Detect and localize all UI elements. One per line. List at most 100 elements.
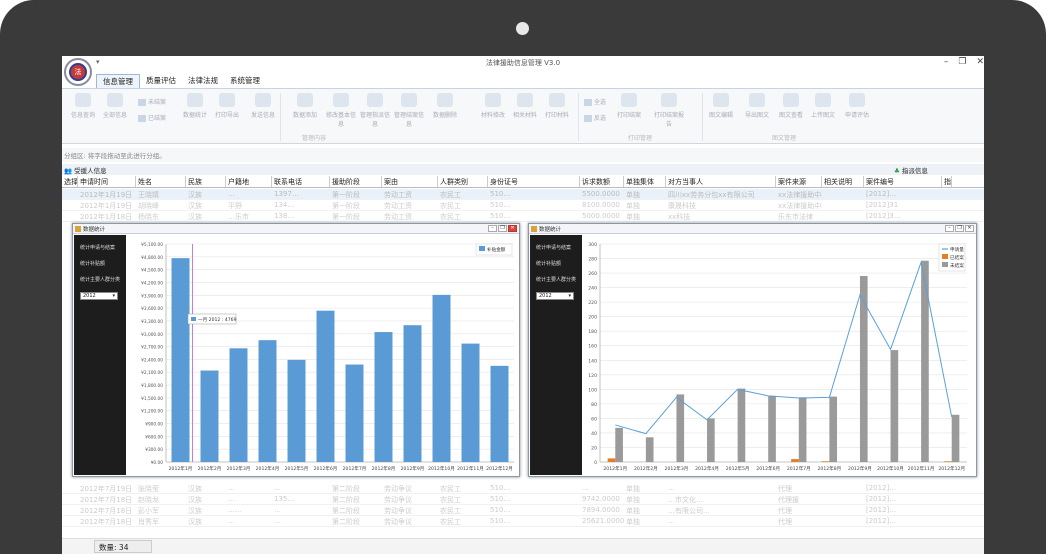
table-row[interactable]: 2012年7月18日 彭小军 汉族……… 第二阶段 劳动争议 农民工 510… 7894.00… [62, 505, 984, 516]
ribbon-button[interactable]: 数据添加 [288, 93, 322, 119]
ribbon-button[interactable]: 图文查看 [774, 93, 808, 119]
invert-selection-button[interactable]: 反选 [584, 113, 606, 122]
bar[interactable] [645, 437, 654, 462]
column-header[interactable]: 户籍地 [226, 176, 272, 187]
column-header[interactable]: 对方当事人 [666, 176, 776, 187]
minimize-button[interactable]: – [944, 57, 949, 67]
bar[interactable] [229, 348, 248, 462]
tab-system-management[interactable]: 系统管理 [224, 74, 266, 88]
bar[interactable] [944, 461, 952, 462]
column-header[interactable]: 案件编号 [864, 176, 942, 187]
bar[interactable] [921, 260, 929, 462]
ribbon-button[interactable]: 材料修改 [476, 93, 510, 119]
ribbon-button[interactable]: 修改基本信息 [324, 93, 358, 128]
chart-window-subsidy[interactable]: 数据统计 – ❐ ✕ 统计申请与结案 统计补贴额 统计主要人群分类 2012 ▾ ¥0… [72, 223, 520, 477]
select-all-button[interactable]: 全选 [584, 97, 606, 106]
bar[interactable] [798, 397, 807, 462]
restore-button[interactable]: ❐ [958, 57, 966, 67]
ribbon-button[interactable]: 打印材料 [540, 93, 574, 119]
column-header[interactable]: 选择 [62, 176, 78, 187]
bar[interactable] [791, 459, 799, 462]
stat-subsidy-option[interactable]: 统计补贴额 [536, 260, 582, 267]
ribbon-button[interactable]: 上传图文 [806, 93, 840, 119]
table-row[interactable]: 2012年7月19日 张晓莹 汉族 … … 第二阶段 劳动争议 农民工 510… … 单独 … 代理 [2… [62, 483, 984, 494]
tab-quality-assessment[interactable]: 质量评估 [140, 74, 182, 88]
column-header[interactable]: 指 [942, 176, 952, 187]
chart-minimize-button[interactable]: – [945, 225, 954, 232]
ribbon-button[interactable]: 申请评估 [840, 93, 874, 119]
stat-subsidy-option[interactable]: 统计补贴额 [80, 260, 126, 267]
close-button[interactable]: ✕ [976, 57, 984, 67]
bar[interactable] [829, 396, 838, 462]
chart-close-button[interactable]: ✕ [965, 225, 974, 232]
unclosed-filter-button[interactable]: 未结案 [138, 97, 166, 106]
column-header[interactable]: 姓名 [136, 176, 186, 187]
bar[interactable] [287, 359, 306, 462]
ribbon-button[interactable]: 发送信息 [246, 93, 280, 119]
ribbon-button[interactable]: 打印结案报告 [652, 93, 686, 128]
stat-population-option[interactable]: 统计主要人群分类 [80, 276, 126, 283]
bar[interactable] [374, 332, 393, 462]
bar[interactable] [403, 325, 422, 462]
tab-info-management[interactable]: 信息管理 [96, 74, 140, 88]
bar[interactable] [707, 418, 715, 462]
column-header[interactable]: 申请时间 [78, 176, 136, 187]
column-header[interactable]: 案由 [382, 176, 438, 187]
stat-apply-close-option[interactable]: 统计申请与结案 [536, 244, 582, 251]
stat-apply-close-option[interactable]: 统计申请与结案 [80, 244, 126, 251]
chart-restore-button[interactable]: ❐ [955, 225, 964, 232]
year-select[interactable]: 2012 ▾ [80, 292, 118, 300]
column-header[interactable]: 身份证号 [488, 176, 580, 187]
chart-restore-button[interactable]: ❐ [498, 225, 507, 232]
ribbon-button[interactable]: 相关材料 [508, 93, 542, 119]
column-header[interactable]: 人群类别 [438, 176, 488, 187]
bar[interactable] [432, 294, 451, 462]
ribbon-button[interactable]: 数据删除 [428, 93, 462, 119]
bar[interactable] [171, 258, 190, 462]
column-header[interactable]: 案件来源 [776, 176, 822, 187]
table-row[interactable]: 2012年1月18日 杨晓东 汉族 …乐市 138… 第一阶段 劳动工资 农民工 510… 500… [62, 211, 984, 222]
column-header[interactable]: 援助阶段 [330, 176, 382, 187]
ribbon-button[interactable]: 图文编辑 [704, 93, 738, 119]
chart-window-titlebar[interactable]: 数据统计 – ❐ ✕ [73, 224, 519, 234]
bar[interactable] [768, 395, 776, 462]
closed-filter-button[interactable]: 已结案 [138, 113, 166, 122]
table-row[interactable]: 2012年7月18日 肖秀军 汉族 … … 第二阶段 劳动争议 农民工 510… 25621.00… [62, 516, 984, 527]
bar[interactable] [737, 388, 746, 462]
bar[interactable] [607, 458, 616, 462]
column-header[interactable]: 相关说明 [822, 176, 864, 187]
stat-population-option[interactable]: 统计主要人群分类 [536, 276, 582, 283]
group-by-area[interactable]: 分组区: 将字段拖动至此进行分组。 [62, 148, 984, 162]
ribbon-button[interactable]: 全部信息 [98, 93, 132, 119]
bar[interactable] [859, 275, 868, 462]
ribbon-button[interactable]: 管理指派信息 [358, 93, 392, 128]
bar[interactable] [615, 427, 623, 462]
chart-window-titlebar[interactable]: 数据统计 – ❐ ✕ [529, 224, 976, 234]
ribbon-button[interactable]: 打印结案 [612, 93, 646, 119]
bar[interactable] [821, 461, 830, 462]
bar[interactable] [200, 370, 219, 462]
bar[interactable] [316, 310, 335, 462]
ribbon-button[interactable]: 导出图文 [740, 93, 774, 119]
year-select[interactable]: 2012 ▾ [536, 292, 574, 300]
bar[interactable] [676, 394, 685, 462]
quick-access-dropdown[interactable]: ▾ [96, 58, 100, 66]
column-header[interactable]: 联系电话 [272, 176, 330, 187]
column-header[interactable]: 单独集体 [624, 176, 666, 187]
chart-minimize-button[interactable]: – [488, 225, 497, 232]
ribbon-button[interactable]: 数据统计 [178, 93, 212, 119]
table-row[interactable]: 2012年7月18日 赵晓龙 汉族 … 135… 第二阶段 劳动争议 农民工 510… 9742.… [62, 494, 984, 505]
bar[interactable] [951, 414, 960, 462]
bar[interactable] [345, 364, 364, 462]
chart-close-button[interactable]: ✕ [508, 225, 517, 232]
bar[interactable] [461, 343, 480, 462]
table-row[interactable]: 2012年1月19日 王晓婧 汉族 … 1397… 第一阶段 劳动工资 农民工 510… 5500… [62, 189, 984, 200]
table-row[interactable]: 2012年1月19日 胡晓峰 汉族 平野 134… 第一阶段 劳动工资 农民工 510… 8100… [62, 200, 984, 211]
tab-laws-regulations[interactable]: 法律法规 [182, 74, 224, 88]
ribbon-button[interactable]: 管理结案信息 [392, 93, 426, 128]
bar[interactable] [890, 350, 899, 462]
column-header[interactable]: 诉求数额 [580, 176, 624, 187]
chart-window-cases[interactable]: 数据统计 – ❐ ✕ 统计申请与结案 统计补贴额 统计主要人群分类 2012 ▾ 02… [528, 223, 977, 477]
ribbon-button[interactable]: 信息查询 [66, 93, 100, 119]
bar[interactable] [258, 340, 277, 462]
